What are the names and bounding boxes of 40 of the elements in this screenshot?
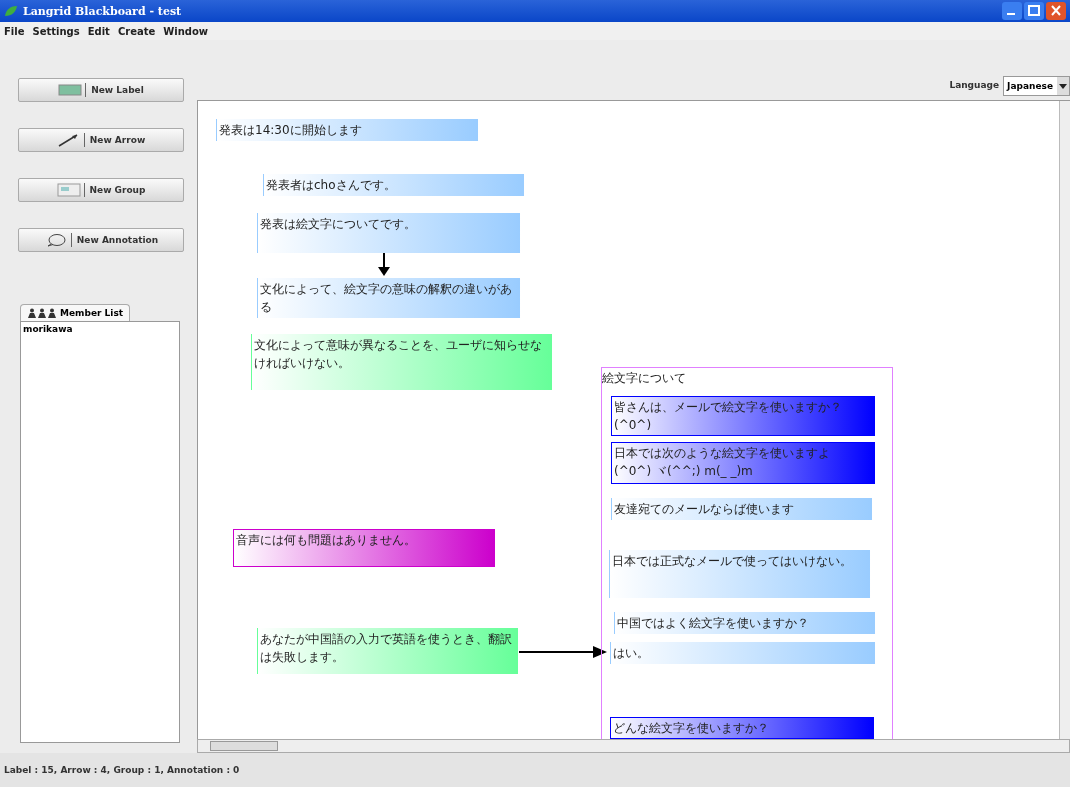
window-title: Langrid Blackboard - test <box>23 4 182 18</box>
member-list-tab[interactable]: Member List <box>20 304 131 321</box>
caret-icon <box>1059 83 1067 89</box>
menu-item[interactable]: Create <box>117 25 156 37</box>
group-title: 絵文字について <box>602 370 686 387</box>
down-arrow <box>377 253 391 277</box>
note-label[interactable]: どんな絵文字を使いますか？ <box>610 717 874 739</box>
tool-button[interactable]: New Annotation <box>18 228 184 252</box>
leaf-icon <box>4 5 18 17</box>
note-label[interactable]: 日本では正式なメールで使ってはいけない。 <box>609 550 871 598</box>
note-label[interactable]: 発表は14:30に開始します <box>216 119 479 141</box>
tool-button[interactable]: New Group <box>18 178 184 202</box>
note-label[interactable]: 中国ではよく絵文字を使いますか？ <box>614 612 876 634</box>
menu-item[interactable]: File <box>4 25 25 37</box>
note-label[interactable]: 発表は絵文字についてです。 <box>257 213 521 253</box>
note-label[interactable]: 文化によって、絵文字の意味の解釈の違いがある <box>257 278 521 318</box>
people-icon <box>27 308 57 318</box>
group-icon <box>56 183 81 197</box>
member-item[interactable]: morikawa <box>21 322 179 336</box>
note-label[interactable]: 友達宛てのメールならば使います <box>611 498 873 520</box>
menu-item[interactable]: Settings <box>32 25 80 37</box>
close-icon[interactable] <box>1046 2 1066 20</box>
note-label[interactable]: あなたが中国語の入力で英語を使うとき、翻訳は失敗します。 <box>257 628 519 674</box>
status-bar: Label : 15, Arrow : 4, Group : 1, Annotation : 0 <box>0 753 1070 787</box>
language-dropdown[interactable]: Japanese <box>1003 76 1070 96</box>
note-label[interactable]: はい。 <box>610 642 876 664</box>
label-icon <box>58 83 83 97</box>
note-label[interactable]: 皆さんは、メールで絵文字を使いますか？(^0^) <box>611 396 875 436</box>
tool-button[interactable]: New Arrow <box>18 128 184 152</box>
note-label[interactable]: 文化によって意味が異なることを、ユーザに知らせなければいけない。 <box>251 334 553 390</box>
menu-item[interactable]: Edit <box>87 25 110 37</box>
maximize-icon[interactable] <box>1024 2 1044 20</box>
tool-button[interactable]: New Label <box>18 78 184 102</box>
scroll-thumb[interactable] <box>210 741 278 751</box>
note-label[interactable]: 音声には何も問題はありません。 <box>233 529 495 567</box>
minimize-icon[interactable] <box>1002 2 1022 20</box>
menu-item[interactable]: Window <box>163 25 209 37</box>
note-label[interactable]: 発表者はchoさんです。 <box>263 174 525 196</box>
note-label[interactable]: 日本では次のような絵文字を使いますよ (^0^) ヾ(^^;) m(_ _)m <box>611 442 875 484</box>
language-label: Language <box>949 79 1000 90</box>
